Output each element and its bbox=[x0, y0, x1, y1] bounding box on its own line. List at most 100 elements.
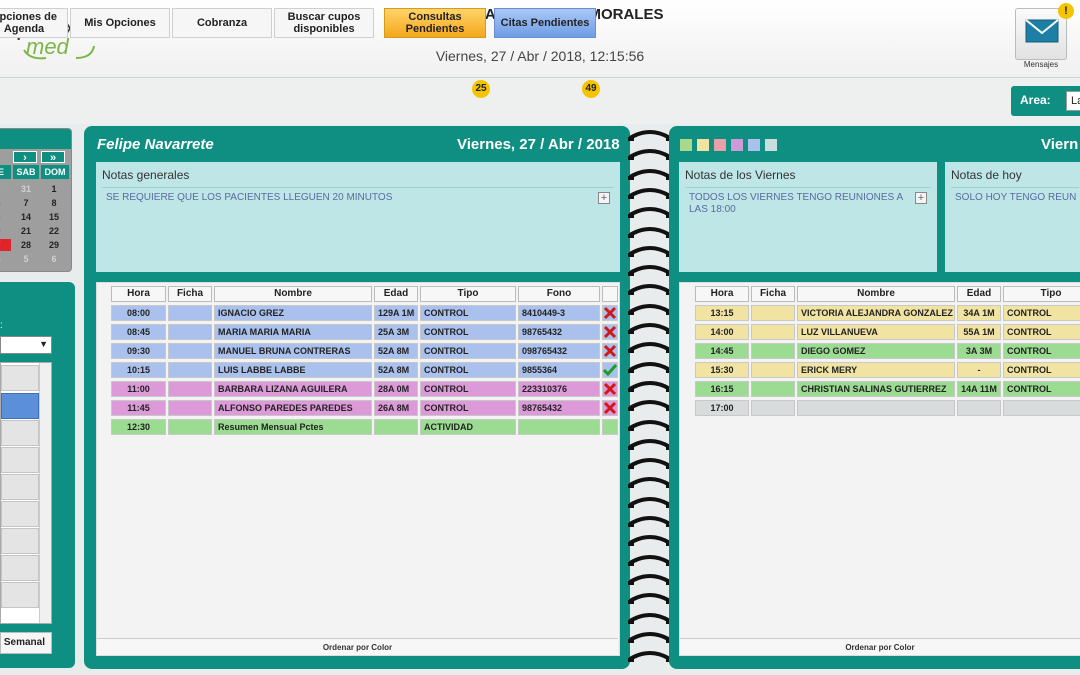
color-filter-square[interactable] bbox=[731, 139, 743, 151]
column-header: Ficha bbox=[168, 286, 212, 302]
calendar-day[interactable]: 22 bbox=[41, 225, 67, 237]
cell-hora: 11:00 bbox=[111, 381, 166, 397]
cell-nombre[interactable]: MANUEL BRUNA CONTRERAS bbox=[214, 343, 372, 359]
add-note-icon[interactable]: + bbox=[915, 192, 927, 204]
calendar-next-icon[interactable]: › bbox=[13, 151, 37, 164]
spiral-ring-icon bbox=[628, 651, 672, 663]
cancel-x-icon[interactable] bbox=[603, 344, 617, 358]
cancel-x-icon[interactable] bbox=[603, 325, 617, 339]
cell-ficha bbox=[168, 381, 212, 397]
color-filter-square[interactable] bbox=[765, 139, 777, 151]
notes-viernes-body-1: TODOS LOS VIERNES TENGO REUNIONES A bbox=[689, 192, 904, 203]
calendar-day[interactable]: 1 bbox=[41, 183, 67, 195]
cell-hora: 14:45 bbox=[695, 343, 749, 359]
list-item[interactable] bbox=[1, 555, 39, 581]
spiral-ring-icon bbox=[628, 593, 672, 605]
cell-nombre[interactable]: BARBARA LIZANA AGUILERA bbox=[214, 381, 372, 397]
color-filter-square[interactable] bbox=[714, 139, 726, 151]
cell-nombre[interactable]: LUZ VILLANUEVA bbox=[797, 324, 955, 340]
list-item-selected[interactable] bbox=[1, 393, 39, 419]
list-item[interactable] bbox=[1, 501, 39, 527]
notes-viernes-body-2: LAS 18:00 bbox=[689, 204, 736, 215]
cancel-x-icon[interactable] bbox=[603, 306, 617, 320]
cell-fono: 98765432 bbox=[518, 400, 600, 416]
dropdown-arrow-icon: ▼ bbox=[39, 339, 48, 349]
cell-nombre[interactable] bbox=[797, 400, 955, 416]
notes-general-panel: Notas generales SE REQUIERE QUE LOS PACI… bbox=[96, 162, 620, 272]
calendar-day[interactable]: 8 bbox=[41, 197, 67, 209]
cell-fono: 223310376 bbox=[518, 381, 600, 397]
opciones-agenda-button[interactable]: Opciones de Agenda bbox=[0, 8, 68, 38]
cell-nombre[interactable]: VICTORIA ALEJANDRA GONZALEZ bbox=[797, 305, 955, 321]
select-label: : bbox=[0, 320, 3, 331]
color-filter-square[interactable] bbox=[680, 139, 692, 151]
cell-nombre[interactable]: DIEGO GOMEZ bbox=[797, 343, 955, 359]
order-by-color-button[interactable]: Ordenar por Color bbox=[97, 638, 618, 655]
column-header: Ficha bbox=[751, 286, 795, 302]
calendar-day[interactable]: 0 bbox=[0, 183, 11, 195]
calendar-day[interactable]: 29 bbox=[41, 239, 67, 251]
list-item[interactable] bbox=[1, 528, 39, 554]
calendar-day[interactable]: 0 bbox=[0, 225, 11, 237]
cell-ficha bbox=[751, 400, 795, 416]
cell-hora: 14:00 bbox=[695, 324, 749, 340]
calendar-fast-forward-icon[interactable]: » bbox=[41, 151, 65, 164]
calendar-day[interactable]: 15 bbox=[41, 211, 67, 223]
column-header: Hora bbox=[695, 286, 749, 302]
cobranza-button[interactable]: Cobranza bbox=[172, 8, 272, 38]
color-filter-square[interactable] bbox=[748, 139, 760, 151]
calendar-day[interactable]: 4 bbox=[0, 253, 11, 265]
buscar-cupos-button[interactable]: Buscar cupos disponibles bbox=[274, 8, 374, 38]
list-item[interactable] bbox=[1, 365, 39, 391]
cell-nombre[interactable]: CHRISTIAN SALINAS GUTIERREZ bbox=[797, 381, 955, 397]
cell-nombre[interactable]: LUIS LABBE LABBE bbox=[214, 362, 372, 378]
calendar-dow: DOM bbox=[41, 165, 69, 179]
cancel-x-icon[interactable] bbox=[603, 382, 617, 396]
semanal-button[interactable]: Semanal bbox=[0, 632, 52, 654]
calendar-day[interactable]: 5 bbox=[13, 253, 39, 265]
spiral-ring-icon bbox=[628, 573, 672, 585]
spiral-ring-icon bbox=[628, 187, 672, 199]
cell-edad: 28A 0M bbox=[374, 381, 418, 397]
cell-hora: 10:15 bbox=[111, 362, 166, 378]
cell-nombre[interactable]: Resumen Mensual Pctes bbox=[214, 419, 372, 435]
cell-ficha bbox=[751, 381, 795, 397]
calendar-day-today[interactable]: 7 bbox=[0, 239, 11, 251]
notes-viernes-panel: Notas de los Viernes TODOS LOS VIERNES T… bbox=[679, 162, 937, 272]
calendar-day[interactable]: 28 bbox=[13, 239, 39, 251]
calendar-day[interactable]: 3 bbox=[0, 211, 11, 223]
cell-tipo bbox=[1003, 400, 1080, 416]
cell-fono: 9855364 bbox=[518, 362, 600, 378]
consultas-count-badge: 25 bbox=[472, 80, 490, 98]
list-item[interactable] bbox=[1, 420, 39, 446]
area-select[interactable]: La bbox=[1066, 91, 1080, 111]
column-header: Edad bbox=[374, 286, 418, 302]
calendar-day[interactable]: 31 bbox=[13, 183, 39, 195]
list-item[interactable] bbox=[1, 447, 39, 473]
calendar-day[interactable]: 21 bbox=[13, 225, 39, 237]
calendar-day[interactable]: 14 bbox=[13, 211, 39, 223]
cell-nombre[interactable]: MARIA MARIA MARIA bbox=[214, 324, 372, 340]
mis-opciones-button[interactable]: Mis Opciones bbox=[70, 8, 170, 38]
calendar-day[interactable]: 6 bbox=[0, 197, 11, 209]
calendar-day[interactable]: 6 bbox=[41, 253, 67, 265]
color-filter-square[interactable] bbox=[697, 139, 709, 151]
confirmed-check-icon[interactable] bbox=[603, 363, 617, 377]
order-by-color-button-right[interactable]: Ordenar por Color bbox=[680, 638, 1080, 655]
cell-tipo: CONTROL bbox=[1003, 381, 1080, 397]
cell-nombre[interactable]: IGNACIO GREZ bbox=[214, 305, 372, 321]
cell-nombre[interactable]: ERICK MERY bbox=[797, 362, 955, 378]
citas-pendientes-button[interactable]: Citas Pendientes bbox=[494, 8, 596, 38]
calendar-day[interactable]: 7 bbox=[13, 197, 39, 209]
notes-divider bbox=[951, 187, 1079, 188]
consultas-pendientes-button[interactable]: Consultas Pendientes bbox=[384, 8, 486, 38]
cell-nombre[interactable]: ALFONSO PAREDES PAREDES bbox=[214, 400, 372, 416]
list-scrollbar[interactable] bbox=[39, 363, 51, 623]
list-item[interactable] bbox=[1, 474, 39, 500]
spiral-ring-icon bbox=[628, 303, 672, 315]
cancel-x-icon[interactable] bbox=[603, 401, 617, 415]
cell-edad: 14A 11M bbox=[957, 381, 1001, 397]
add-note-icon[interactable]: + bbox=[598, 192, 610, 204]
list-item[interactable] bbox=[1, 582, 39, 608]
professional-select[interactable]: ▼ bbox=[0, 336, 52, 354]
